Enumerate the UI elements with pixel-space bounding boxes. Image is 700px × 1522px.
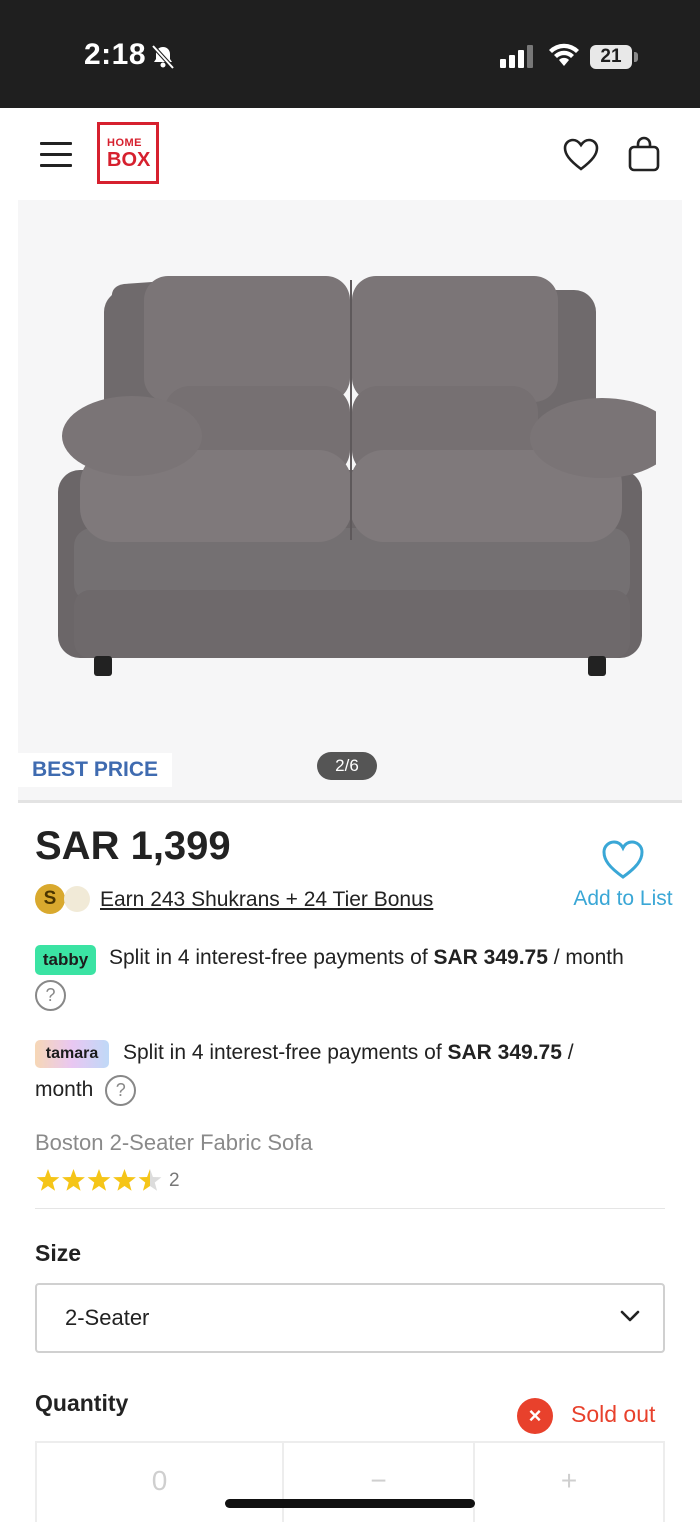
quantity-decrement-button[interactable]: − <box>284 1443 475 1522</box>
size-selected-value: 2-Seater <box>65 1305 150 1330</box>
wifi-icon <box>549 43 579 66</box>
heart-outline-icon <box>602 840 644 879</box>
status-bar: 2:18 21 <box>0 0 700 108</box>
quantity-label: Quantity <box>35 1390 129 1416</box>
battery-cap <box>634 52 638 62</box>
signal-icon <box>500 45 533 68</box>
quantity-stepper: 0 − + <box>35 1441 665 1522</box>
star-icon <box>138 1169 162 1191</box>
help-icon[interactable]: ? <box>35 979 66 1011</box>
tabby-installment-text: Split in 4 interest-free payments of SAR… <box>109 946 624 969</box>
product-price: SAR 1,399 <box>35 824 231 868</box>
product-image-gallery[interactable]: BEST PRICE 2/6 <box>18 200 682 800</box>
star-icon <box>87 1169 111 1191</box>
quantity-increment-button[interactable]: + <box>475 1443 663 1522</box>
tamara-text-line2: month ? <box>35 1074 137 1106</box>
tabby-logo: tabby <box>35 945 96 975</box>
add-to-list-label: Add to List <box>573 887 673 910</box>
tier-badge-icon <box>64 886 90 912</box>
tabby-amount: SAR 349.75 <box>433 946 548 969</box>
tamara-installment-text: Split in 4 interest-free payments of SAR… <box>123 1041 574 1064</box>
status-time: 2:18 <box>84 38 147 71</box>
app-header: HOME BOX <box>0 108 700 200</box>
sold-out-status: Sold out <box>571 1401 656 1427</box>
shukran-earn-link[interactable]: Earn 243 Shukrans + 24 Tier Bonus <box>100 888 433 912</box>
shukran-coin-icon: S <box>35 884 65 914</box>
logo-line1: HOME <box>107 137 142 149</box>
image-counter: 2/6 <box>317 752 377 780</box>
star-icon <box>113 1169 136 1191</box>
star-icon <box>36 1169 60 1191</box>
size-select[interactable]: 2-Seater <box>35 1283 665 1353</box>
quantity-value[interactable]: 0 <box>37 1443 284 1522</box>
size-label: Size <box>35 1240 82 1266</box>
tamara-amount: SAR 349.75 <box>447 1041 562 1064</box>
star-icon <box>62 1169 85 1191</box>
battery-icon: 21 <box>590 45 632 69</box>
review-count[interactable]: 2 <box>169 1170 180 1192</box>
divider <box>35 1208 665 1209</box>
best-price-badge: BEST PRICE <box>18 753 173 787</box>
tamara-logo: tamara <box>35 1040 109 1068</box>
help-icon[interactable]: ? <box>105 1074 137 1106</box>
homebox-logo[interactable]: HOME BOX <box>97 122 159 184</box>
heart-icon[interactable] <box>563 138 599 172</box>
star-rating[interactable] <box>35 1167 165 1195</box>
logo-line2: BOX <box>107 149 151 171</box>
sofa-product-image <box>58 276 656 676</box>
bag-icon[interactable] <box>627 136 661 172</box>
close-icon: × <box>517 1398 553 1434</box>
add-to-list-button[interactable]: Add to List <box>566 840 680 911</box>
tabby-help-wrap: ? <box>35 979 66 1011</box>
home-indicator[interactable] <box>225 1499 475 1508</box>
gallery-divider <box>18 800 682 803</box>
chevron-down-icon <box>620 1310 640 1322</box>
bell-slash-icon <box>151 44 175 70</box>
product-name: Boston 2-Seater Fabric Sofa <box>35 1130 313 1155</box>
menu-icon[interactable] <box>40 142 72 167</box>
